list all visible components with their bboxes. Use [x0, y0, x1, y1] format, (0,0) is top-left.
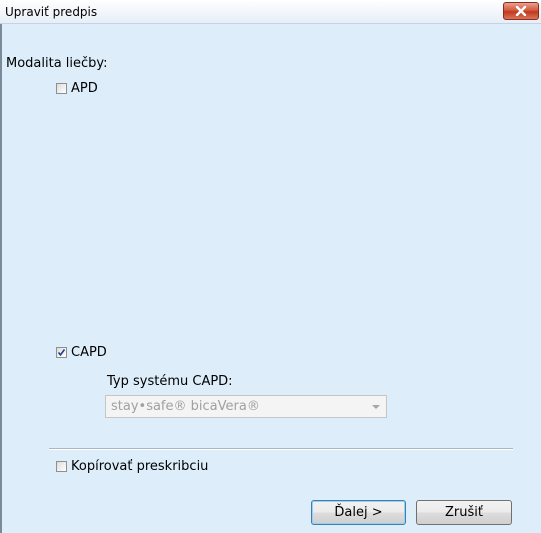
cancel-button[interactable]: Zrušiť — [416, 500, 512, 525]
apd-label: APD — [71, 81, 98, 96]
capd-checkbox-row[interactable]: CAPD — [56, 345, 107, 360]
modality-label: Modalita liečby: — [6, 56, 108, 71]
close-icon — [515, 6, 527, 16]
separator — [49, 448, 513, 450]
window-title: Upraviť predpis — [5, 5, 98, 19]
capd-checkbox[interactable] — [56, 347, 67, 358]
system-type-value: stay•safe® bicaVera® — [111, 399, 260, 414]
close-button[interactable] — [503, 2, 539, 20]
edit-prescription-dialog: Upraviť predpis Modalita liečby: APD CAP… — [0, 0, 541, 533]
title-bar: Upraviť predpis — [0, 0, 541, 24]
capd-label: CAPD — [71, 345, 107, 360]
apd-checkbox[interactable] — [56, 83, 67, 94]
copy-prescription-checkbox[interactable] — [56, 461, 67, 472]
copy-prescription-row[interactable]: Kopírovať preskribciu — [56, 459, 208, 474]
copy-prescription-label: Kopírovať preskribciu — [71, 459, 209, 474]
next-button[interactable]: Ďalej > — [311, 500, 406, 525]
chevron-down-icon — [372, 405, 380, 409]
dialog-content: Modalita liečby: APD CAPD Typ systému CA… — [0, 24, 541, 533]
system-type-label: Typ systému CAPD: — [107, 374, 233, 389]
capd-system-type-select[interactable]: stay•safe® bicaVera® — [105, 395, 387, 418]
apd-checkbox-row[interactable]: APD — [56, 81, 98, 96]
check-icon — [57, 349, 66, 357]
